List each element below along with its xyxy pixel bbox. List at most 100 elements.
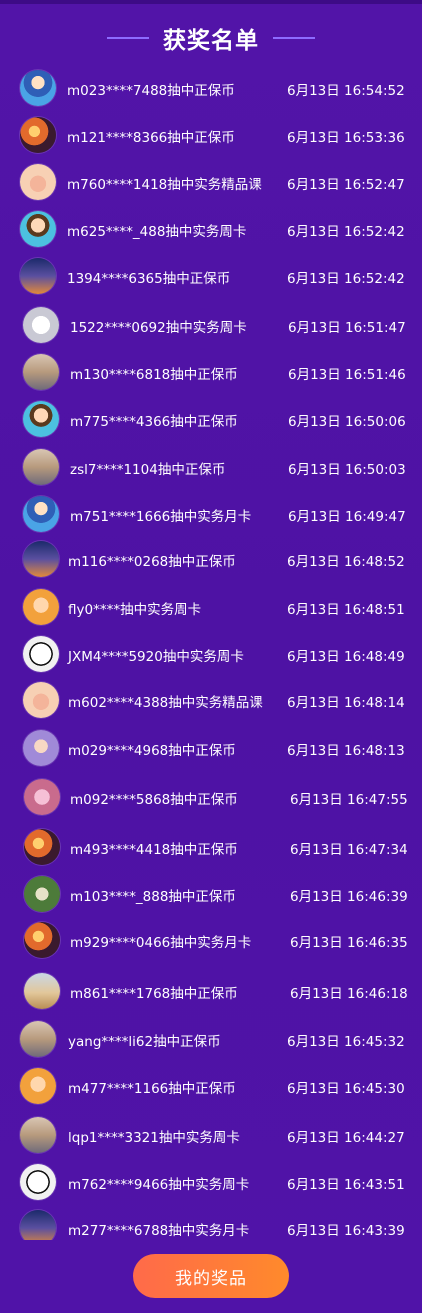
winner-row: m029****4968抽中正保币 6月13日 16:48:13 <box>0 726 422 770</box>
page-title: 获奖名单 <box>163 28 259 54</box>
avatar-city-icon <box>20 258 56 294</box>
winner-name: m023****7488抽中正保币 <box>67 83 235 99</box>
winner-time: 6月13日 16:47:34 <box>290 842 408 858</box>
winner-time: 6月13日 16:44:27 <box>287 1130 405 1146</box>
winner-name: m277****6788抽中实务月卡 <box>68 1223 250 1239</box>
winner-name: m625****_488抽中实务周卡 <box>67 224 247 240</box>
winner-row: m751****1666抽中实务月卡 6月13日 16:49:47 <box>0 492 422 536</box>
winner-row: m277****6788抽中实务月卡 6月13日 16:43:39 <box>0 1206 422 1240</box>
avatar-kid-icon <box>23 589 59 625</box>
winner-row: m130****6818抽中正保币 6月13日 16:51:46 <box>0 350 422 394</box>
winner-name: m760****1418抽中实务精品课 <box>67 177 262 193</box>
winner-time: 6月13日 16:52:42 <box>287 271 405 287</box>
avatar-boy-icon <box>23 401 59 437</box>
winner-row: JXM4****5920抽中实务周卡 6月13日 16:48:49 <box>0 632 422 676</box>
winner-row: m092****5868抽中正保币 6月13日 16:47:55 <box>0 775 422 819</box>
avatar-cat-icon <box>23 682 59 718</box>
avatar-bridge-icon <box>23 354 59 390</box>
winner-name: m775****4366抽中正保币 <box>70 414 238 430</box>
winner-row: lqp1****3321抽中实务周卡 6月13日 16:44:27 <box>0 1113 422 1157</box>
avatar-sunset-icon <box>20 117 56 153</box>
avatar-suit-icon <box>20 70 56 106</box>
avatar-sunset-icon <box>24 829 60 865</box>
winner-time: 6月13日 16:50:06 <box>288 414 406 430</box>
winner-time: 6月13日 16:48:14 <box>287 695 405 711</box>
avatar-city-icon <box>23 541 59 577</box>
avatar-panda-icon <box>23 636 59 672</box>
winner-time: 6月13日 16:52:42 <box>287 224 405 240</box>
winner-name: m029****4968抽中正保币 <box>68 743 236 759</box>
winner-row: zsl7****1104抽中正保币 6月13日 16:50:03 <box>0 445 422 489</box>
winner-time: 6月13日 16:54:52 <box>287 83 405 99</box>
header-left-divider <box>107 37 149 39</box>
avatar-bridge-icon <box>20 1021 56 1057</box>
winner-name: lqp1****3321抽中实务周卡 <box>68 1130 240 1146</box>
winner-row: m116****0268抽中正保币 6月13日 16:48:52 <box>0 537 422 581</box>
avatar-girl-icon <box>23 730 59 766</box>
winner-name: m493****4418抽中正保币 <box>70 842 238 858</box>
winner-time: 6月13日 16:46:35 <box>290 935 408 951</box>
winner-name: m762****9466抽中实务周卡 <box>68 1177 250 1193</box>
winner-row: fly0****抽中实务周卡 6月13日 16:48:51 <box>0 585 422 629</box>
winner-time: 6月13日 16:43:51 <box>287 1177 405 1193</box>
winner-row: m625****_488抽中实务周卡 6月13日 16:52:42 <box>0 207 422 251</box>
winner-name: m861****1768抽中正保币 <box>70 986 238 1002</box>
header-right-divider <box>273 37 315 39</box>
winner-name: yang****li62抽中正保币 <box>68 1034 221 1050</box>
winner-name: m929****0466抽中实务月卡 <box>70 935 252 951</box>
winner-name: zsl7****1104抽中正保币 <box>70 462 226 478</box>
winner-time: 6月13日 16:43:39 <box>287 1223 405 1239</box>
avatar-bridge-icon <box>20 1117 56 1153</box>
winner-name: JXM4****5920抽中实务周卡 <box>68 649 244 665</box>
avatar-bridge-icon <box>23 449 59 485</box>
winner-name: m092****5868抽中正保币 <box>70 792 238 808</box>
my-prizes-button[interactable]: 我的奖品 <box>133 1254 289 1298</box>
avatar-cat-icon <box>20 164 56 200</box>
winner-name: 1394****6365抽中正保币 <box>67 271 231 287</box>
avatar-sunset-icon <box>24 922 60 958</box>
avatar-green-icon <box>24 876 60 912</box>
winner-row: 1394****6365抽中正保币 6月13日 16:52:42 <box>0 254 422 298</box>
winner-time: 6月13日 16:48:52 <box>287 554 405 570</box>
avatar-panda-icon <box>20 1164 56 1200</box>
winner-row: 1522****0692抽中实务周卡 6月13日 16:51:47 <box>0 303 422 347</box>
winner-name: m103****_888抽中正保币 <box>70 889 236 905</box>
avatar-suit-icon <box>23 496 59 532</box>
winner-name: m751****1666抽中实务月卡 <box>70 509 252 525</box>
winner-time: 6月13日 16:53:36 <box>287 130 405 146</box>
winner-time: 6月13日 16:50:03 <box>288 462 406 478</box>
winner-time: 6月13日 16:48:51 <box>287 602 405 618</box>
prize-page: 获奖名单 m023****7488抽中正保币 6月13日 16:54:52 m121… <box>0 0 422 1313</box>
winner-row: m775****4366抽中正保币 6月13日 16:50:06 <box>0 397 422 441</box>
avatar-kid-icon <box>20 1068 56 1104</box>
winner-name: m121****8366抽中正保币 <box>67 130 235 146</box>
winner-row: m103****_888抽中正保币 6月13日 16:46:39 <box>0 872 422 916</box>
winner-row: m861****1768抽中正保币 6月13日 16:46:18 <box>0 969 422 1013</box>
winner-time: 6月13日 16:52:47 <box>287 177 405 193</box>
winner-row: m023****7488抽中正保币 6月13日 16:54:52 <box>0 66 422 110</box>
winner-time: 6月13日 16:48:13 <box>287 743 405 759</box>
winner-row: yang****li62抽中正保币 6月13日 16:45:32 <box>0 1017 422 1061</box>
winner-row: m493****4418抽中正保币 6月13日 16:47:34 <box>0 825 422 869</box>
winner-name: fly0****抽中实务周卡 <box>68 602 202 618</box>
winner-time: 6月13日 16:46:39 <box>290 889 408 905</box>
winner-time: 6月13日 16:48:49 <box>287 649 405 665</box>
winner-row: m762****9466抽中实务周卡 6月13日 16:43:51 <box>0 1160 422 1204</box>
winner-time: 6月13日 16:51:47 <box>288 320 406 336</box>
winners-list[interactable]: m023****7488抽中正保币 6月13日 16:54:52 m121****8… <box>0 66 422 1240</box>
winner-time: 6月13日 16:51:46 <box>288 367 406 383</box>
winner-row: m477****1166抽中正保币 6月13日 16:45:30 <box>0 1064 422 1108</box>
winner-name: m602****4388抽中实务精品课 <box>68 695 263 711</box>
avatar-hand-icon <box>23 307 59 343</box>
winner-time: 6月13日 16:47:55 <box>290 792 408 808</box>
winner-row: m602****4388抽中实务精品课 6月13日 16:48:14 <box>0 678 422 722</box>
avatar-desert-icon <box>24 973 60 1009</box>
avatar-pink-icon <box>24 779 60 815</box>
top-edge <box>0 0 422 4</box>
winners-header: 获奖名单 <box>0 18 422 58</box>
winner-name: m130****6818抽中正保币 <box>70 367 238 383</box>
avatar-city-icon <box>20 1210 56 1240</box>
winner-name: m477****1166抽中正保币 <box>68 1081 236 1097</box>
winner-name: m116****0268抽中正保币 <box>68 554 236 570</box>
winner-name: 1522****0692抽中实务周卡 <box>70 320 247 336</box>
